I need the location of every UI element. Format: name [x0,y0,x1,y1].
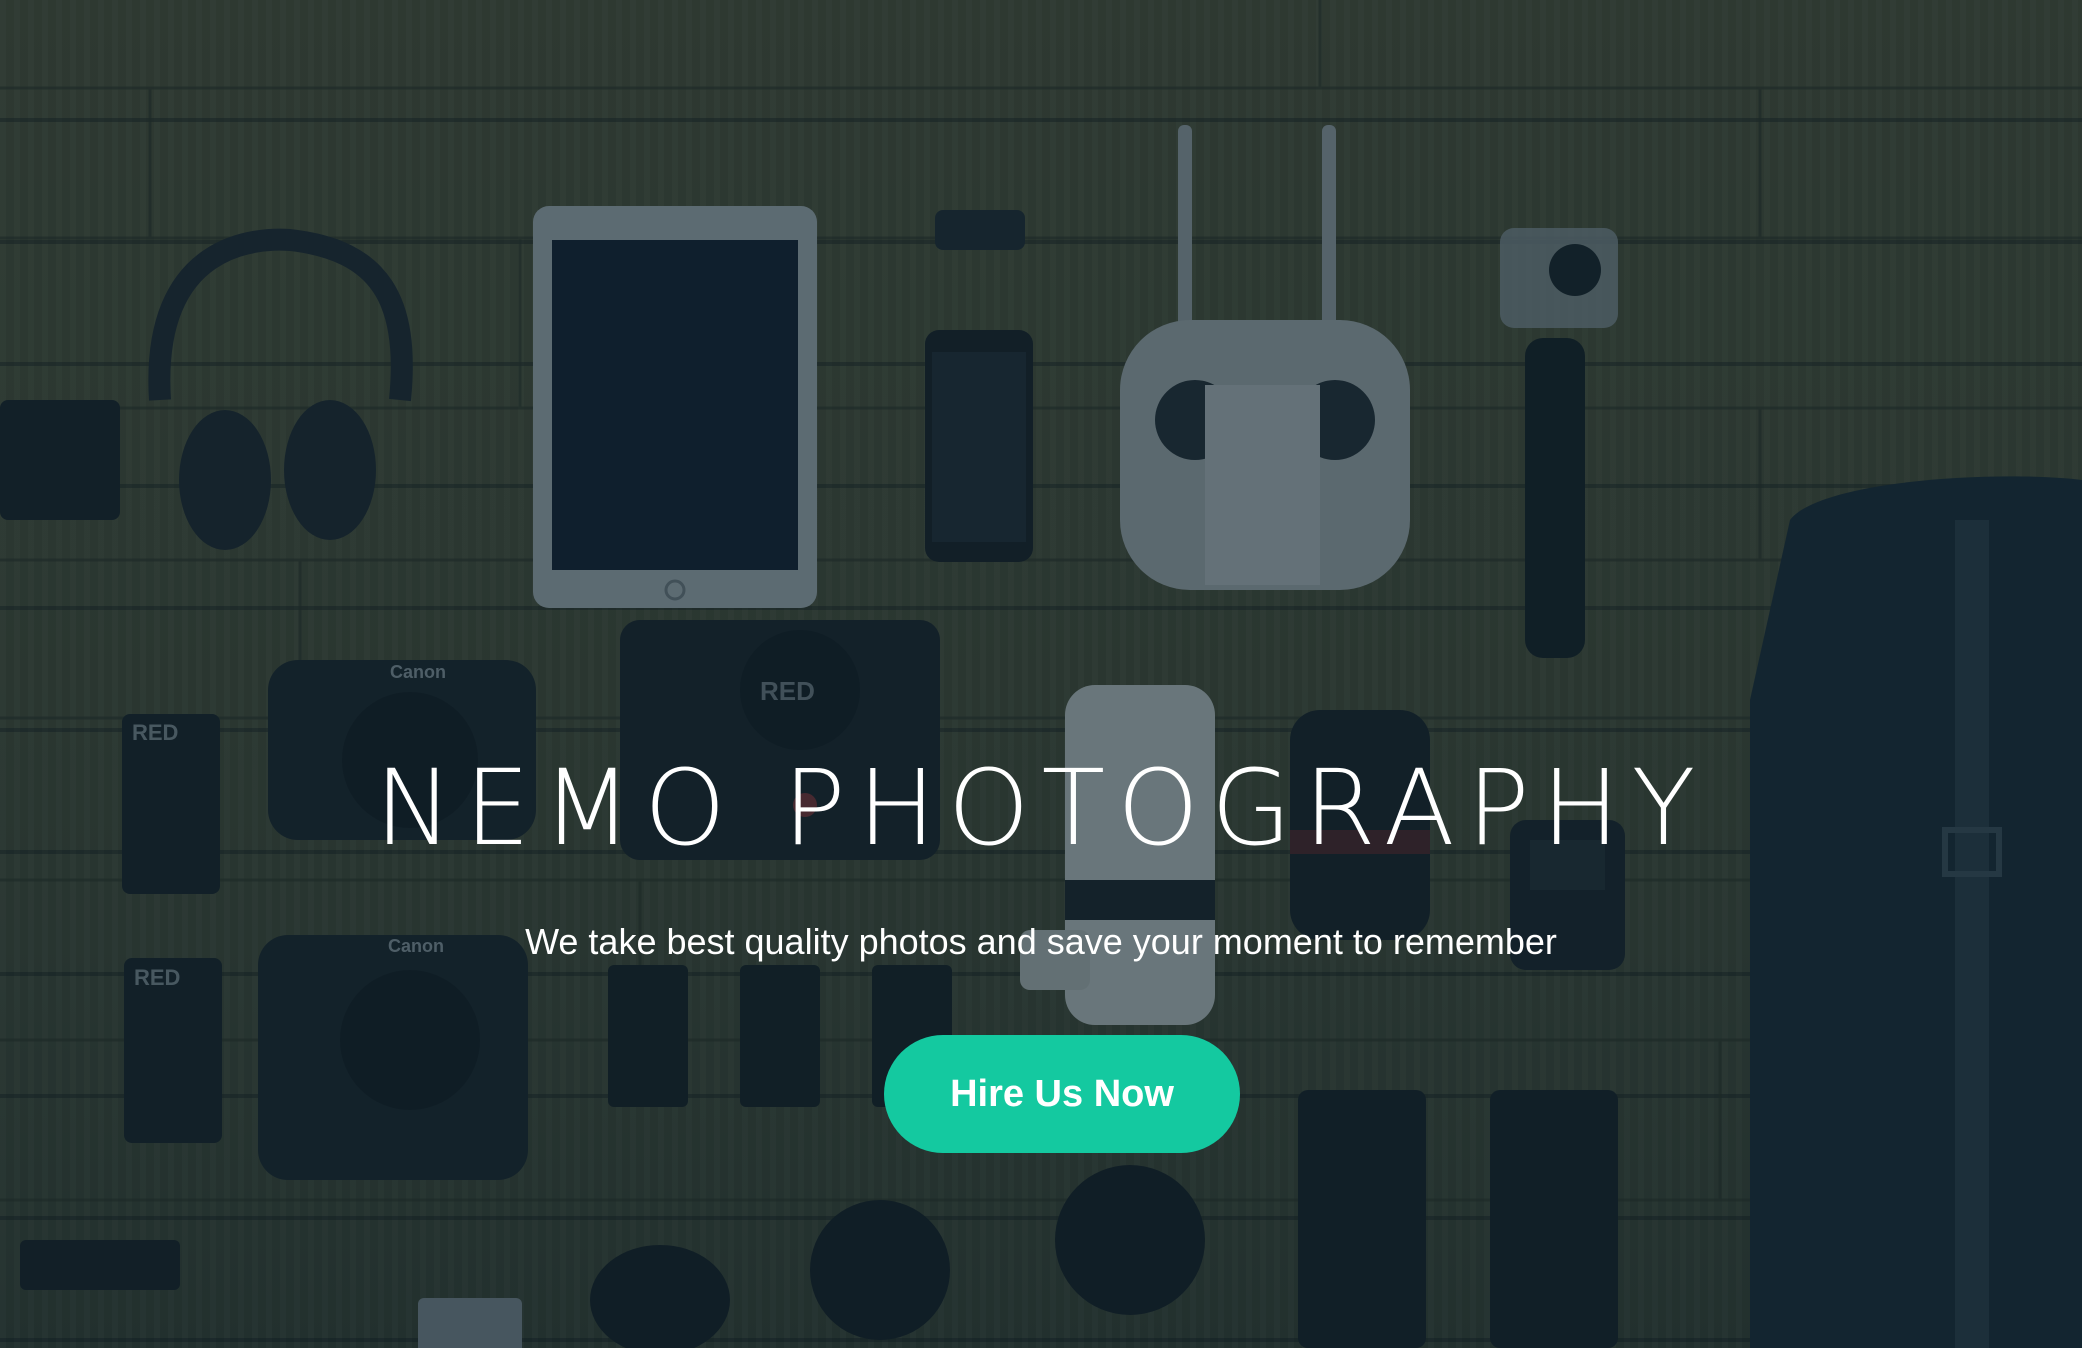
hero-content: NEMO PHOTOGRAPHY We take best quality ph… [0,0,2082,1348]
hero-subtitle: We take best quality photos and save you… [525,921,1557,962]
hero-section: Canon Canon RED RED RED [0,0,2082,1348]
hire-us-button[interactable]: Hire Us Now [884,1035,1240,1153]
hero-title: NEMO PHOTOGRAPHY [374,747,1708,869]
